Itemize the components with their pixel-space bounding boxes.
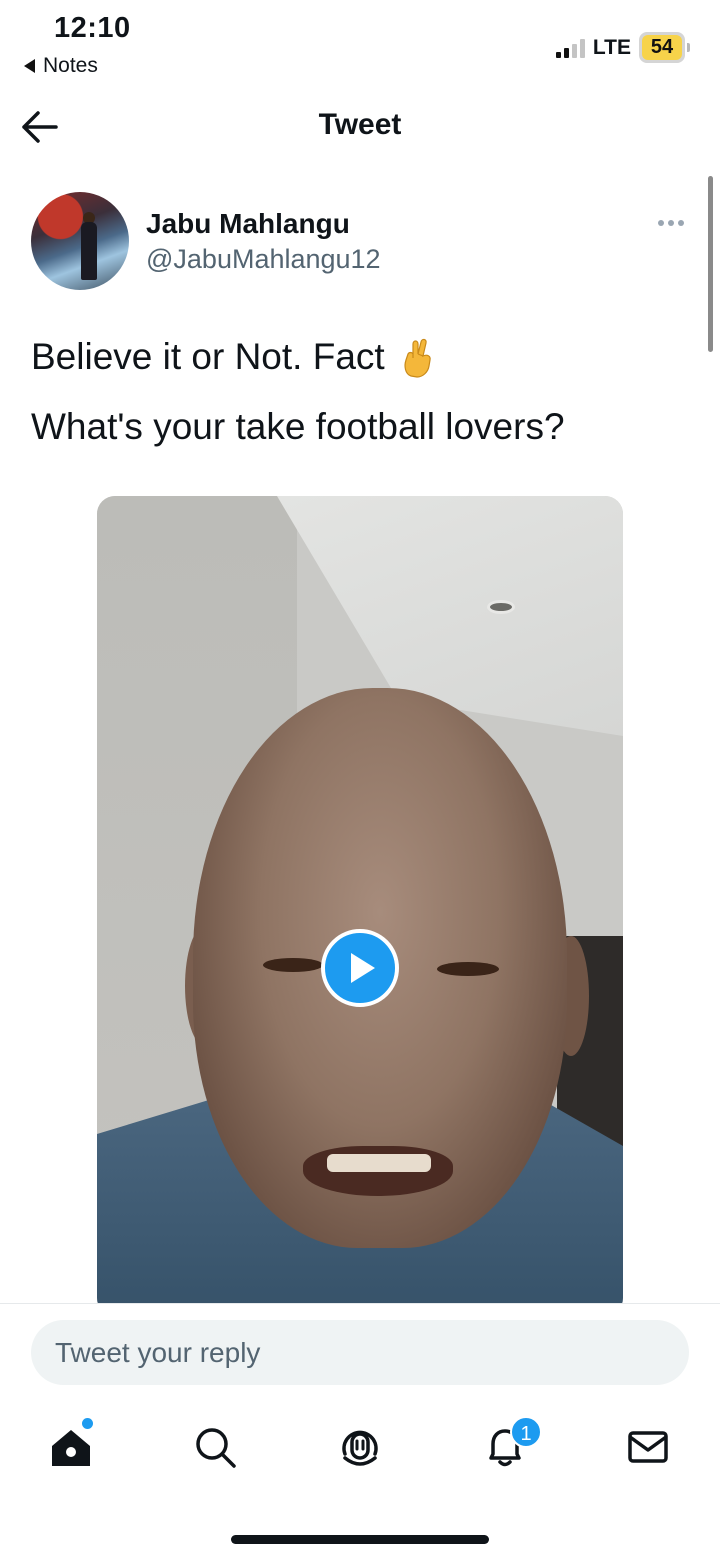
status-time: 12:10 <box>54 12 131 44</box>
tweet-text-line-2: What's your take football lovers? <box>31 406 565 447</box>
reply-input[interactable] <box>31 1320 689 1385</box>
messages-icon[interactable] <box>625 1424 671 1470</box>
author-handle[interactable]: @JabuMahlangu12 <box>146 244 381 275</box>
spaces-icon[interactable] <box>337 1424 383 1470</box>
back-triangle-icon <box>24 59 35 73</box>
tweet-video[interactable] <box>97 496 623 1316</box>
battery-icon: 54 <box>639 32 690 63</box>
scroll-indicator <box>708 176 713 352</box>
battery-level: 54 <box>642 35 682 60</box>
signal-icon <box>555 38 585 58</box>
author-name[interactable]: Jabu Mahlangu <box>146 208 350 240</box>
back-app-label: Notes <box>43 54 98 77</box>
network-label: LTE <box>592 35 631 59</box>
search-icon[interactable] <box>192 1424 238 1470</box>
notifications-badge: 1 <box>510 1416 542 1448</box>
more-options-icon[interactable] <box>658 220 684 226</box>
tweet-text: Believe it or Not. Fact <box>31 336 385 377</box>
tweet-text-line-1: Believe it or Not. Fact <box>31 336 435 378</box>
home-unread-dot <box>82 1418 93 1429</box>
page-title: Tweet <box>318 108 402 141</box>
home-indicator[interactable] <box>231 1535 489 1544</box>
crossed-fingers-icon <box>401 336 435 378</box>
home-icon[interactable] <box>48 1424 94 1470</box>
avatar[interactable] <box>31 192 129 290</box>
status-indicators: LTE 54 <box>555 32 690 63</box>
play-icon[interactable] <box>321 929 399 1007</box>
back-to-app-link[interactable]: Notes <box>24 54 98 78</box>
